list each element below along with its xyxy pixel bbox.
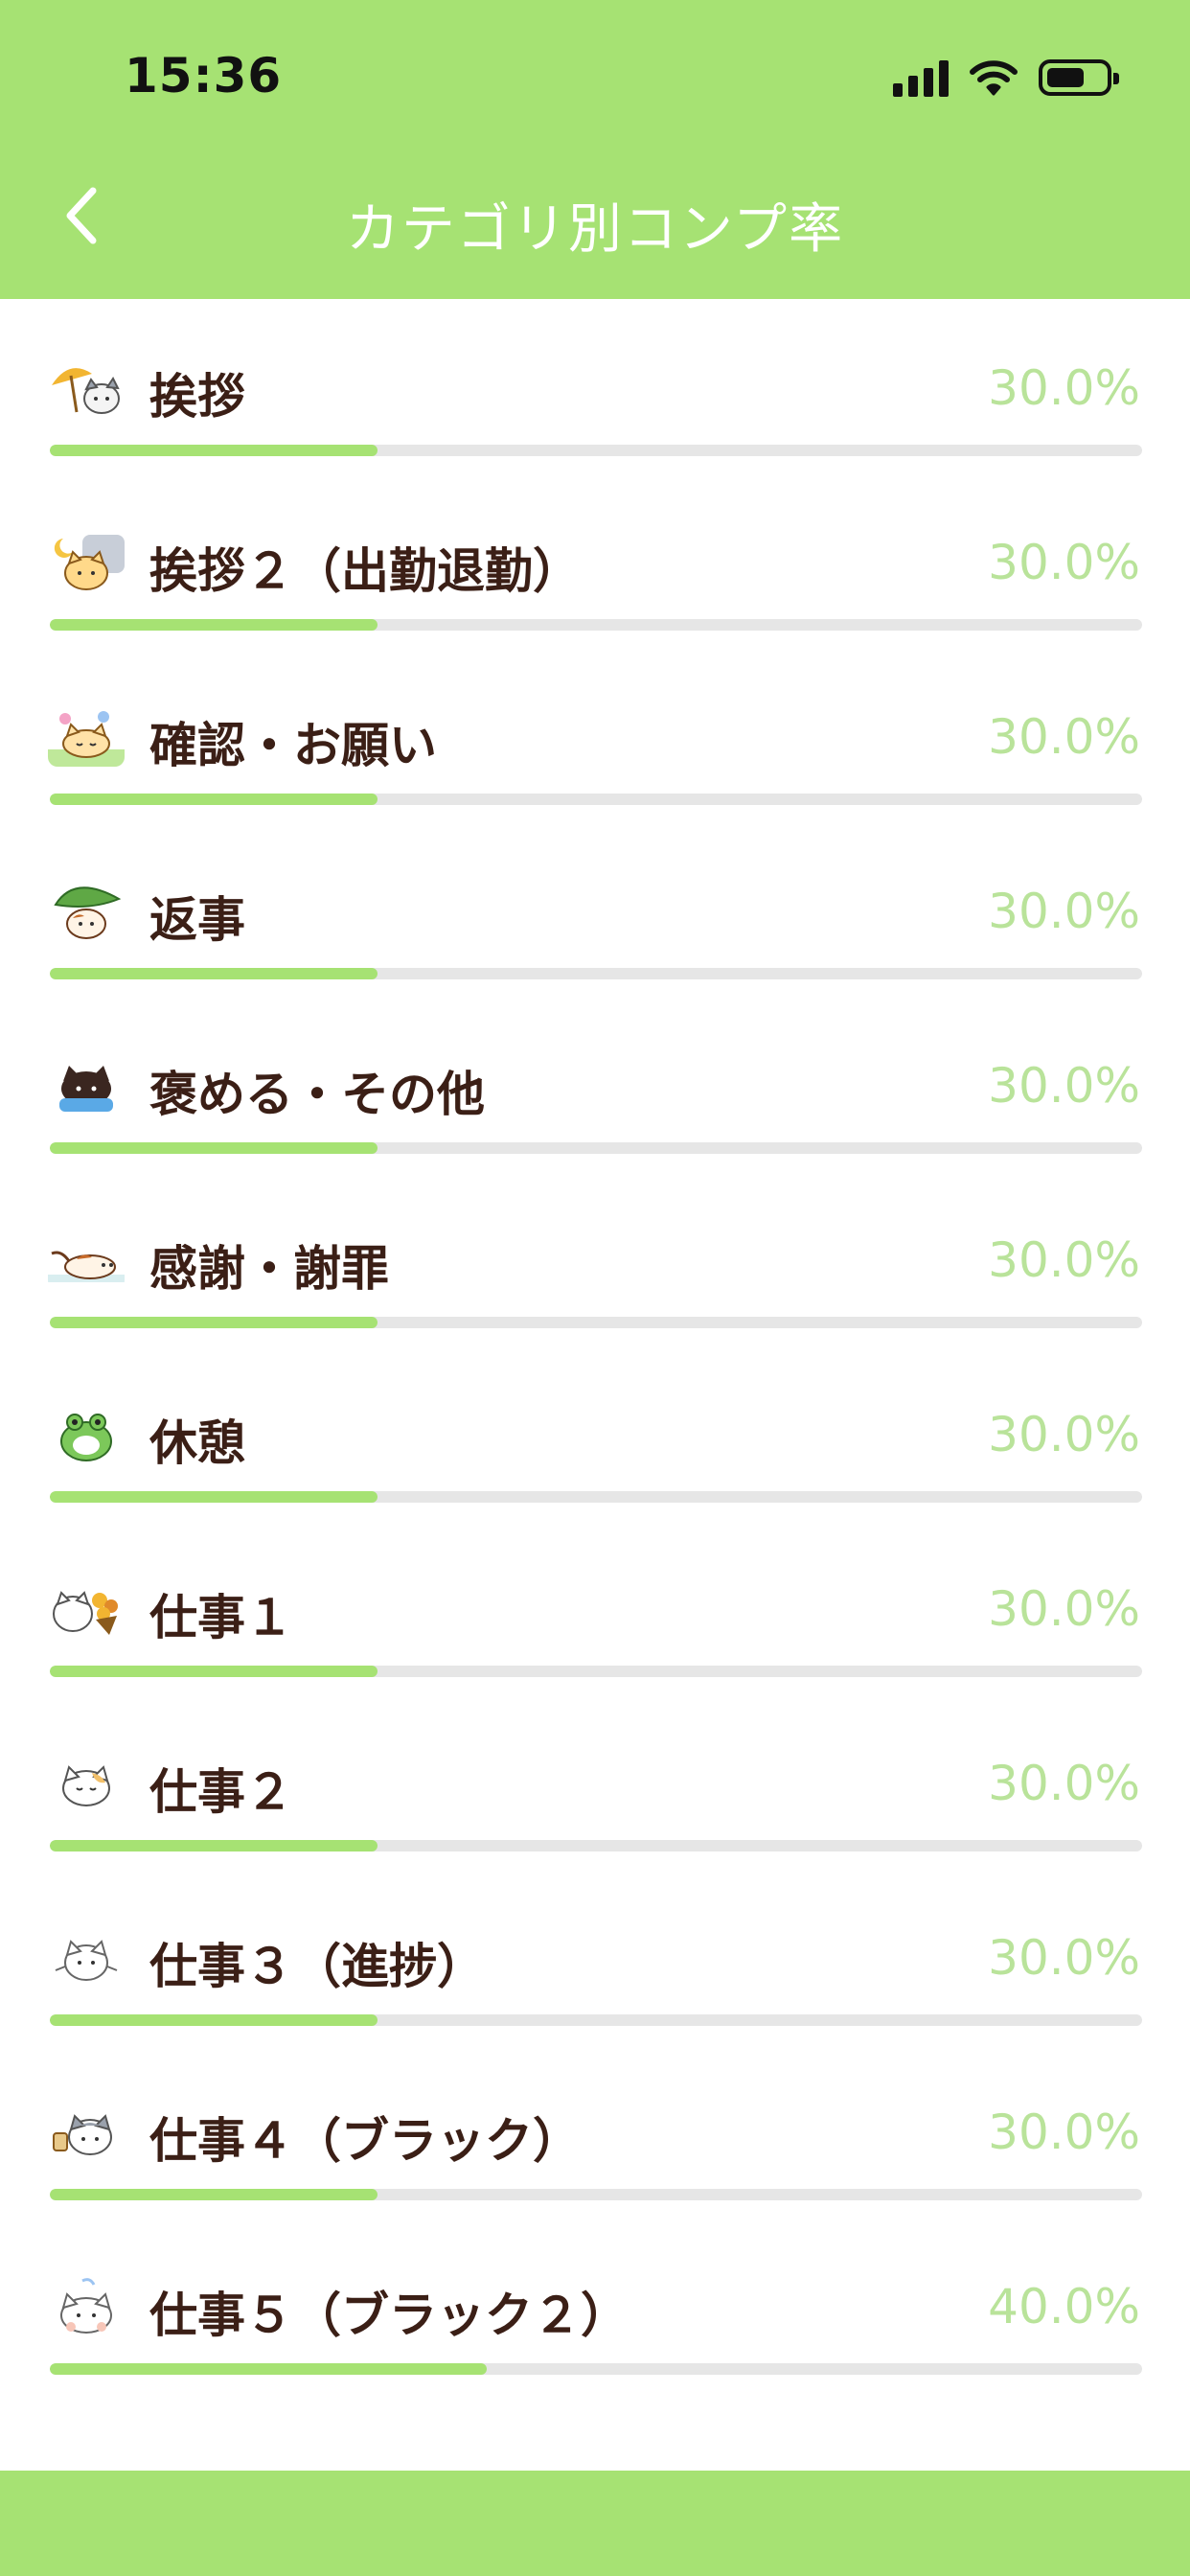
cat-umbrella-icon xyxy=(48,356,125,418)
category-label: 確認・お願い xyxy=(149,718,437,773)
category-label: 仕事５（ブラック２） xyxy=(149,2288,629,2343)
category-percent: 30.0% xyxy=(988,1232,1140,1288)
page-title: カテゴリ別コンプ率 xyxy=(345,198,845,261)
category-percent: 30.0% xyxy=(988,2104,1140,2160)
category-row[interactable]: 仕事１ 30.0% xyxy=(0,1520,1190,1694)
progress-track xyxy=(50,1317,1142,1328)
progress-track xyxy=(50,445,1142,456)
wifi-icon xyxy=(970,60,1018,96)
cat-flowers-icon xyxy=(48,705,125,767)
progress-fill xyxy=(50,2363,487,2375)
category-label: 褒める・その他 xyxy=(149,1067,485,1122)
cellular-signal-icon xyxy=(893,58,949,97)
category-row[interactable]: 仕事３（進捗） 30.0% xyxy=(0,1869,1190,2043)
category-label: 感謝・謝罪 xyxy=(149,1241,389,1297)
category-label: 返事 xyxy=(149,892,245,948)
status-time: 15:36 xyxy=(125,48,283,104)
progress-fill xyxy=(50,1317,378,1328)
category-row[interactable]: 休憩 30.0% xyxy=(0,1346,1190,1520)
category-percent: 30.0% xyxy=(988,360,1140,416)
frog-cat-icon xyxy=(48,1403,125,1464)
progress-track xyxy=(50,619,1142,631)
battery-icon xyxy=(1039,59,1119,96)
cat-grey-icon xyxy=(48,2101,125,2162)
category-row[interactable]: 挨拶２（出勤退勤） 30.0% xyxy=(0,473,1190,648)
progress-track xyxy=(50,1142,1142,1154)
category-row[interactable]: 仕事５（ブラック２） 40.0% xyxy=(0,2218,1190,2392)
category-label: 休憩 xyxy=(149,1415,245,1471)
category-percent: 30.0% xyxy=(988,1058,1140,1114)
progress-track xyxy=(50,2189,1142,2200)
category-label: 仕事１ xyxy=(149,1590,293,1645)
category-label: 仕事２ xyxy=(149,1764,293,1820)
category-percent: 30.0% xyxy=(988,1581,1140,1637)
status-icons xyxy=(893,56,1119,100)
nav-header: 15:36 カテゴリ別コンプ率 xyxy=(0,0,1190,299)
category-label: 仕事３（進捗） xyxy=(149,1939,485,1994)
category-percent: 40.0% xyxy=(988,2279,1140,2334)
category-row[interactable]: 褒める・その他 30.0% xyxy=(0,997,1190,1171)
progress-fill xyxy=(50,2014,378,2026)
progress-fill xyxy=(50,1142,378,1154)
cat-bouquet-icon xyxy=(48,1577,125,1639)
progress-fill xyxy=(50,1491,378,1503)
cat-face-icon xyxy=(48,1752,125,1813)
category-row[interactable]: 挨拶 30.0% xyxy=(0,299,1190,473)
progress-fill xyxy=(50,968,378,979)
progress-fill xyxy=(50,1666,378,1677)
progress-fill xyxy=(50,794,378,805)
progress-fill xyxy=(50,2189,378,2200)
bottom-bar xyxy=(0,2471,1190,2576)
category-label: 挨拶 xyxy=(149,369,245,425)
category-row[interactable]: 返事 30.0% xyxy=(0,822,1190,997)
black-cat-icon xyxy=(48,1054,125,1116)
category-percent: 30.0% xyxy=(988,709,1140,765)
category-row[interactable]: 確認・お願い 30.0% xyxy=(0,648,1190,822)
category-label: 挨拶２（出勤退勤） xyxy=(149,543,581,599)
progress-track xyxy=(50,968,1142,979)
category-row[interactable]: 感謝・謝罪 30.0% xyxy=(0,1171,1190,1346)
cat-leaf-icon xyxy=(48,880,125,941)
category-percent: 30.0% xyxy=(988,1930,1140,1986)
progress-track xyxy=(50,2014,1142,2026)
category-label: 仕事４（ブラック） xyxy=(149,2113,581,2169)
progress-track xyxy=(50,1491,1142,1503)
progress-track xyxy=(50,2363,1142,2375)
progress-track xyxy=(50,1666,1142,1677)
progress-fill xyxy=(50,619,378,631)
cat-peek-icon xyxy=(48,2275,125,2336)
category-percent: 30.0% xyxy=(988,1407,1140,1462)
progress-track xyxy=(50,794,1142,805)
cat-lying-icon xyxy=(48,1229,125,1290)
category-percent: 30.0% xyxy=(988,884,1140,939)
category-percent: 30.0% xyxy=(988,1756,1140,1811)
category-row[interactable]: 仕事２ 30.0% xyxy=(0,1694,1190,1869)
category-percent: 30.0% xyxy=(988,535,1140,590)
progress-fill xyxy=(50,1840,378,1852)
cat-moon-icon xyxy=(48,531,125,592)
cat-sketch-icon xyxy=(48,1926,125,1988)
progress-fill xyxy=(50,445,378,456)
category-row[interactable]: 仕事４（ブラック） 30.0% xyxy=(0,2043,1190,2218)
progress-track xyxy=(50,1840,1142,1852)
